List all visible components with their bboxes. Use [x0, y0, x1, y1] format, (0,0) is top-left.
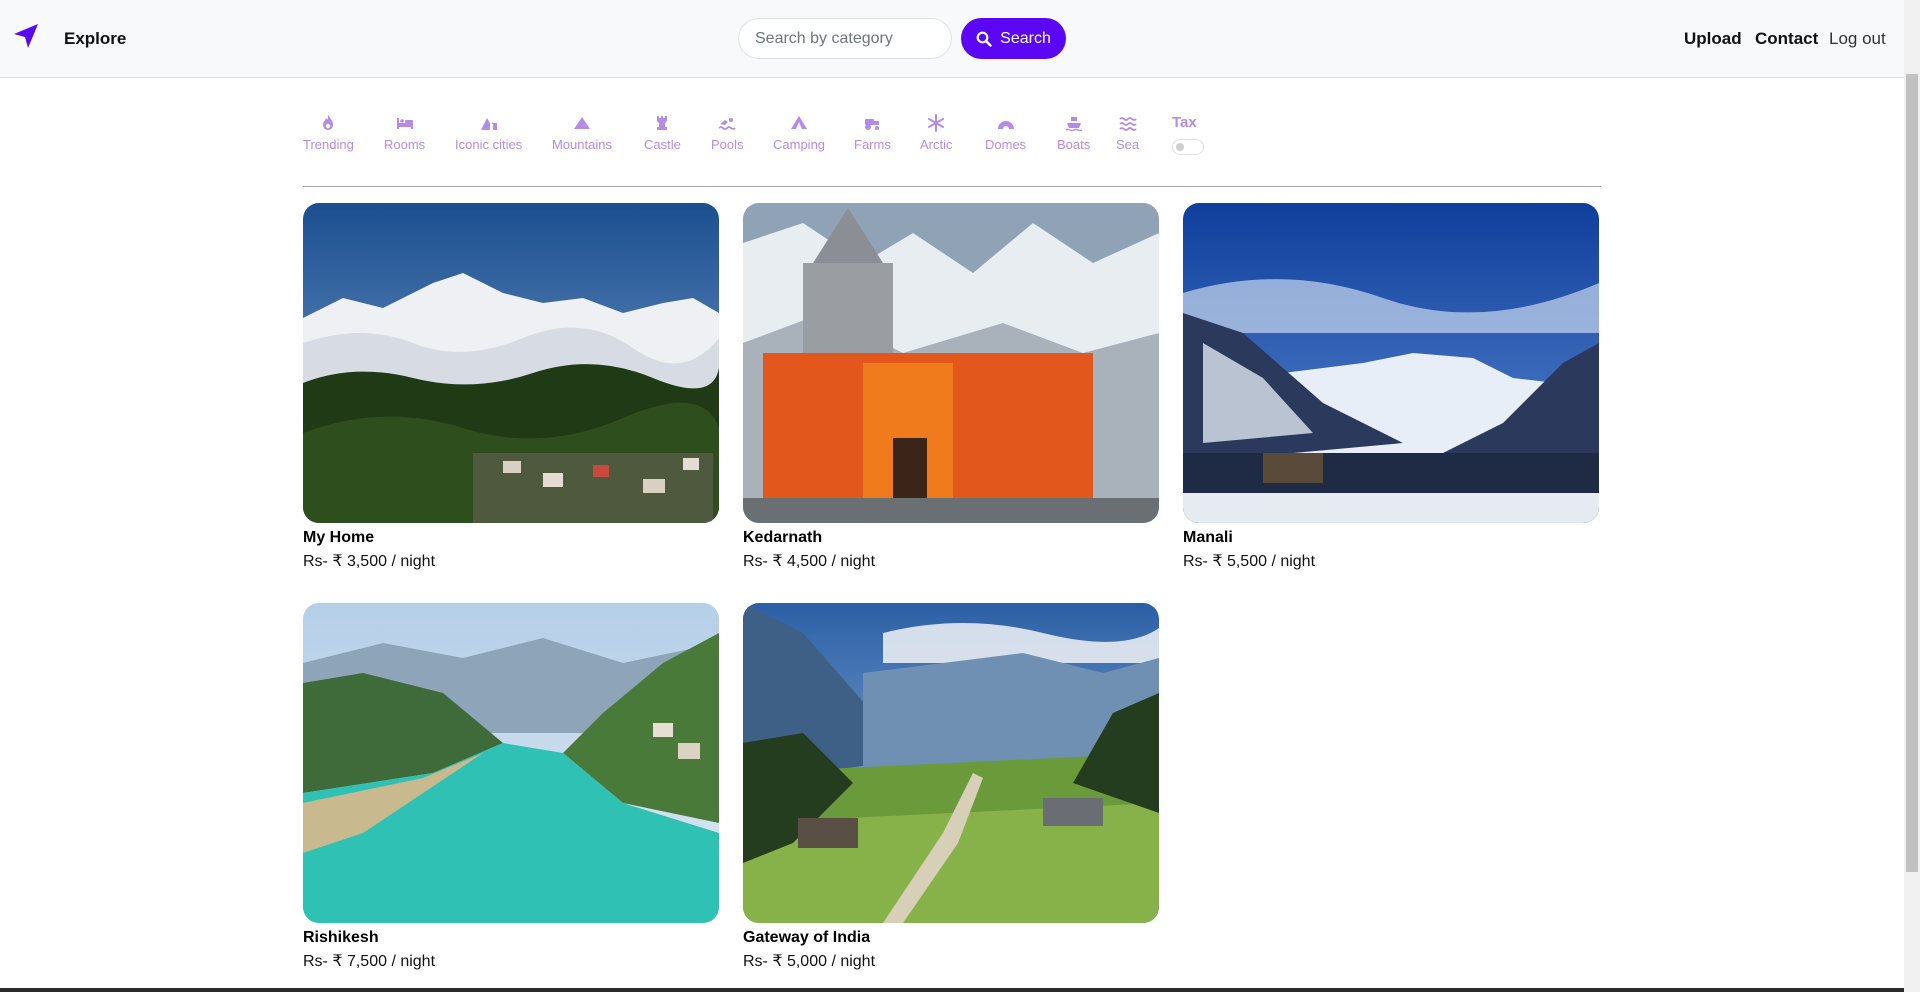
filter-domes[interactable]: Domes	[985, 112, 1026, 152]
listing-title: Kedarnath	[743, 529, 823, 546]
listing-photo	[303, 203, 719, 523]
filter-label: Castle	[644, 137, 681, 152]
listing-price: Rs- ₹ 5,500 / night	[1183, 553, 1316, 570]
filter-label: Sea	[1116, 137, 1140, 152]
tent-icon	[791, 116, 808, 129]
water-icon	[1118, 117, 1137, 131]
listing-photo	[1183, 203, 1599, 523]
listing-title: Gateway of India	[743, 929, 871, 946]
listing-price: Rs- ₹ 3,500 / night	[303, 553, 436, 570]
swimmer-icon	[718, 118, 736, 130]
castle-icon	[657, 116, 668, 130]
listing-card[interactable]: Kedarnath Rs- ₹ 4,500 / night	[743, 203, 1159, 571]
listing-price: Rs- ₹ 7,500 / night	[303, 953, 436, 970]
mountain-city-icon	[480, 118, 497, 130]
listing-price: Rs- ₹ 4,500 / night	[743, 553, 876, 570]
filter-iconic-cities[interactable]: Iconic cities	[455, 112, 522, 152]
filter-pools[interactable]: Pools	[711, 112, 744, 152]
nav-links: Upload Contact Log out	[0, 29, 1904, 49]
filter-castle[interactable]: Castle	[644, 112, 681, 152]
tax-toggle-group: Tax	[1172, 114, 1204, 155]
listing-image[interactable]	[1183, 203, 1599, 523]
listing-image[interactable]	[303, 603, 719, 923]
scrollbar-thumb[interactable]	[1906, 74, 1918, 872]
filter-label: Camping	[773, 137, 826, 152]
listing-card[interactable]: Rishikesh Rs- ₹ 7,500 / night	[303, 603, 719, 971]
filter-label: Boats	[1057, 137, 1091, 152]
listing-photo	[303, 603, 719, 923]
mountain-icon	[573, 117, 590, 129]
category-filters: Trending Rooms Iconic cities Mountains C…	[303, 112, 1601, 187]
filter-farms[interactable]: Farms	[854, 112, 891, 152]
filter-mountains[interactable]: Mountains	[552, 112, 612, 152]
listing-title: Manali	[1183, 529, 1233, 546]
upload-link[interactable]: Upload	[1684, 29, 1742, 49]
filter-label: Arctic	[920, 137, 953, 152]
listing-photo	[743, 603, 1159, 923]
filter-label: Farms	[854, 137, 891, 152]
filter-rooms[interactable]: Rooms	[384, 112, 425, 152]
filter-label: Mountains	[552, 137, 612, 152]
fire-icon	[323, 115, 334, 130]
toggle-knob	[1176, 143, 1184, 151]
listing-image[interactable]	[743, 603, 1159, 923]
listing-card[interactable]: Gateway of India Rs- ₹ 5,000 / night	[743, 603, 1159, 971]
filter-label: Iconic cities	[455, 137, 523, 152]
listing-card[interactable]: My Home Rs- ₹ 3,500 / night	[303, 203, 719, 571]
tax-toggle-switch[interactable]	[1172, 139, 1204, 155]
listing-title: My Home	[303, 529, 375, 546]
listing-image[interactable]	[743, 203, 1159, 523]
listing-price: Rs- ₹ 5,000 / night	[743, 953, 876, 970]
listing-photo	[743, 203, 1159, 523]
filter-label: Rooms	[384, 137, 426, 152]
bottom-edge	[0, 988, 1904, 992]
igloo-icon	[997, 121, 1014, 129]
ship-icon	[1065, 117, 1082, 132]
top-navbar: Explore Search Upload Contact Log out	[0, 0, 1904, 78]
filter-label: Pools	[711, 137, 744, 152]
logout-link[interactable]: Log out	[1829, 29, 1886, 49]
filter-trending[interactable]: Trending	[303, 112, 354, 152]
tax-label: Tax	[1172, 114, 1197, 131]
contact-link[interactable]: Contact	[1755, 29, 1818, 49]
listing-title: Rishikesh	[303, 929, 379, 946]
filter-label: Domes	[985, 137, 1027, 152]
tractor-icon	[865, 119, 880, 130]
filter-arctic[interactable]: Arctic	[920, 112, 953, 152]
bed-icon	[396, 118, 413, 129]
listing-card[interactable]: Manali Rs- ₹ 5,500 / night	[1183, 203, 1599, 571]
filter-sea[interactable]: Sea	[1116, 112, 1139, 152]
filter-camping[interactable]: Camping	[773, 112, 825, 152]
page-scrollbar[interactable]	[1904, 0, 1920, 992]
filter-label: Trending	[303, 137, 354, 152]
filter-boats[interactable]: Boats	[1057, 112, 1090, 152]
snowflake-icon	[928, 114, 945, 132]
listing-image[interactable]	[303, 203, 719, 523]
